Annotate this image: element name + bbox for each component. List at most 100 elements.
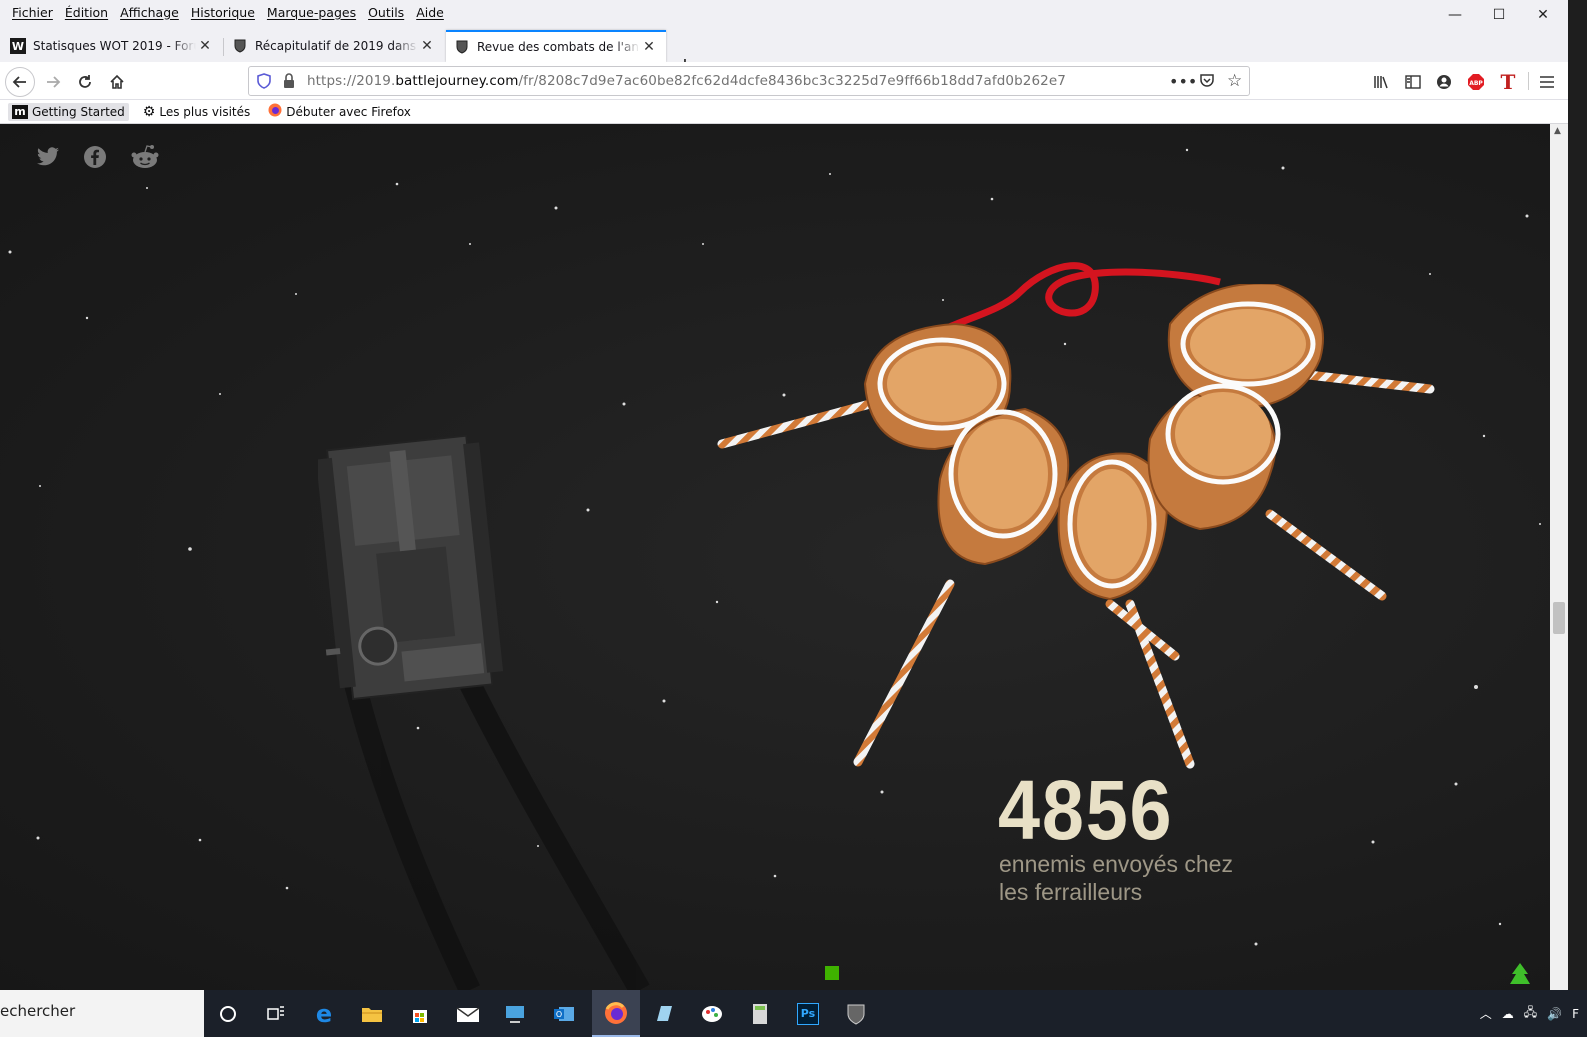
edge-taskbar-button[interactable]: e [300,990,348,1037]
arrow-right-icon [47,76,61,88]
svg-text:O: O [556,1010,562,1019]
facebook-icon[interactable] [82,144,108,170]
tab-combat-review[interactable]: Revue des combats de l'année ✕ [446,30,666,62]
store-icon [413,1009,427,1023]
gear-icon: ⚙ [142,103,156,120]
back-button[interactable] [5,67,35,97]
account-icon[interactable] [1429,67,1459,97]
page-actions-icon[interactable]: ••• [1169,72,1197,91]
hamburger-menu-icon[interactable] [1532,67,1562,97]
christmas-tree-icon[interactable] [1508,962,1532,990]
close-tab-icon[interactable]: ✕ [640,39,658,55]
store-button[interactable] [396,990,444,1037]
taskbar-search-box[interactable]: echercher [0,990,204,1037]
chevron-up-icon[interactable]: ︿ [1480,1005,1492,1022]
task-view-button[interactable] [252,990,300,1037]
bookmark-label: Les plus visités [159,104,251,119]
reddit-icon[interactable] [130,144,160,170]
destroyed-enemies-label: ennemis envoyés chez les ferrailleurs [999,851,1233,905]
menu-bookmarks[interactable]: Marque-pages [261,5,362,20]
forward-button[interactable] [38,67,68,97]
onedrive-icon[interactable]: ☁ [1502,1007,1514,1021]
outlook-icon: O [554,1006,574,1021]
language-indicator[interactable]: F [1572,1007,1579,1021]
menu-tools[interactable]: Outils [362,5,410,20]
adblock-icon[interactable]: ABP [1461,67,1491,97]
volume-icon[interactable]: 🔊 [1547,1007,1562,1021]
tank-image [318,434,504,701]
tab-title: Récapitulatif de 2019 dans World of Tank… [255,39,418,53]
bookmark-firefox-start[interactable]: Débuter avec Firefox [264,101,415,122]
scroll-up-icon[interactable]: ▲ [1554,126,1561,136]
app-button-paint[interactable] [688,990,736,1037]
tab-forums[interactable]: W Statisques WOT 2019 - Forums ✕ [2,30,222,62]
menu-history[interactable]: Historique [185,5,261,20]
firefox-taskbar-button[interactable] [592,990,640,1037]
wot-shield-icon [232,38,248,54]
reload-icon [79,75,91,88]
file-explorer-button[interactable] [348,990,396,1037]
page-content: 4856 ennemis envoyés chez les ferrailleu… [0,124,1550,990]
bookmark-label: Getting Started [32,104,125,119]
url-domain: battlejourney.com [395,73,519,89]
mail-button[interactable] [444,990,492,1037]
bookmarks-toolbar: m Getting Started ⚙ Les plus visités Déb… [0,100,1568,124]
close-tab-icon[interactable]: ✕ [418,38,436,54]
network-icon[interactable]: 🖧 [1524,1003,1537,1024]
minimize-icon: — [1448,7,1462,23]
bookmark-most-visited[interactable]: ⚙ Les plus visités [139,102,254,122]
green-marker-icon [825,966,839,980]
monitor-icon [506,1005,524,1023]
cortana-button[interactable] [204,990,252,1037]
url-text: https://2019.battlejourney.com/fr/8208c7… [307,73,1066,89]
close-icon: ✕ [1537,7,1549,23]
pocket-icon[interactable] [1199,72,1215,91]
maximize-icon: ☐ [1492,7,1506,23]
calculator-icon [753,1003,767,1024]
app-button-calculator[interactable] [736,990,784,1037]
paint-icon [702,1005,722,1022]
outlook-button[interactable]: O [540,990,588,1037]
menu-edit[interactable]: Édition [59,5,114,20]
folder-icon [362,1007,382,1022]
url-path: /fr/8208c7d9e7ac60be82fc62d4dcfe8436bc3c… [518,73,1066,89]
mail-icon [456,1006,480,1022]
twitter-icon[interactable] [35,144,61,170]
bookmark-label: Débuter avec Firefox [286,104,411,119]
remote-desktop-button[interactable] [492,990,540,1037]
tab-title: Revue des combats de l'année [477,40,640,54]
firefox-icon [268,103,282,120]
menu-view[interactable]: Affichage [114,5,185,20]
tracking-shield-icon[interactable] [257,73,271,92]
bookmark-getting-started[interactable]: m Getting Started [8,102,129,121]
translate-extension-icon[interactable]: T [1493,67,1523,97]
firefox-icon [605,1001,627,1024]
svg-text:ABP: ABP [1469,80,1483,87]
scrollbar-thumb[interactable] [1553,602,1565,634]
m-logo-icon: m [12,104,28,119]
star-bookmark-icon[interactable]: ☆ [1227,71,1242,91]
close-tab-icon[interactable]: ✕ [196,38,214,54]
tab-recap[interactable]: Récapitulatif de 2019 dans World of Tank… [224,30,444,62]
app-button-notes[interactable] [640,990,688,1037]
tab-strip: W Statisques WOT 2019 - Forums ✕ Récapit… [0,24,1568,79]
menu-help[interactable]: Aide [410,5,450,20]
destroyed-enemies-count: 4856 [998,763,1174,857]
photoshop-button[interactable]: Ps [784,990,832,1037]
system-tray: ︿ ☁ 🖧 🔊 F [1480,990,1587,1037]
wot-shield-icon [847,1004,865,1025]
wot-taskbar-button[interactable] [832,990,880,1037]
reload-button[interactable] [70,67,100,97]
cortana-circle-icon [220,1005,236,1022]
sidebar-icon[interactable] [1398,67,1428,97]
task-view-icon [267,1005,284,1020]
address-bar[interactable]: https://2019.battlejourney.com/fr/8208c7… [248,66,1250,96]
library-icon[interactable] [1366,67,1396,97]
toolbar-divider [1528,72,1529,90]
lock-icon[interactable] [283,73,295,92]
page-scrollbar[interactable]: ▲ [1550,124,1568,990]
menu-bar: Fichier Édition Affichage Historique Mar… [0,0,1568,24]
home-button[interactable] [102,67,132,97]
browser-window: Fichier Édition Affichage Historique Mar… [0,0,1568,1000]
menu-file[interactable]: Fichier [6,5,59,20]
